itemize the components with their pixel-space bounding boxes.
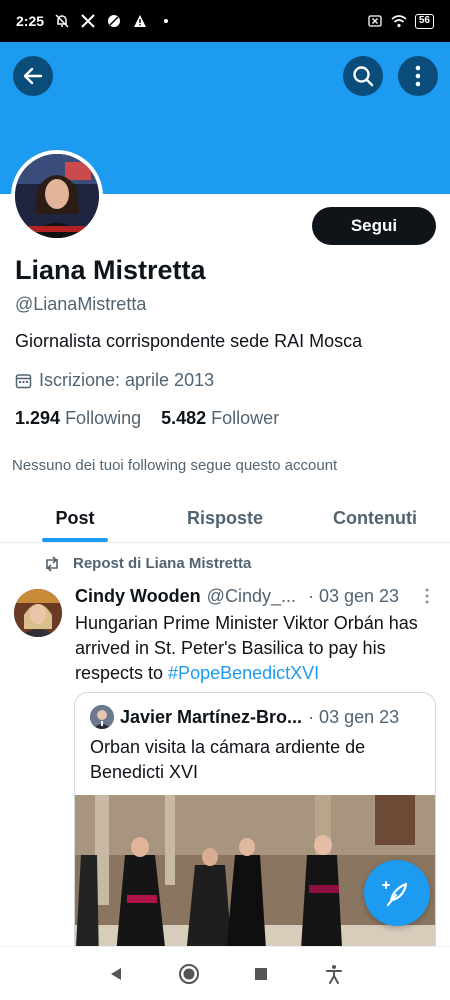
tweet-author-handle[interactable]: @Cindy_... (207, 586, 296, 607)
repost-label: Repost di Liana Mistretta (73, 555, 252, 572)
more-options-button[interactable] (398, 56, 438, 96)
following-label: Following (65, 408, 142, 428)
quoted-author-avatar (90, 705, 114, 729)
author-photo (14, 589, 62, 637)
profile-stats: 1.294 Following 5.482 Follower (15, 408, 279, 429)
avatar-photo (15, 154, 99, 238)
vertical-dots-icon (425, 588, 429, 604)
x-logo-icon (80, 13, 96, 29)
repost-indicator: Repost di Liana Mistretta (43, 555, 251, 572)
followers-label: Follower (211, 408, 280, 428)
nav-accessibility-button[interactable] (322, 962, 346, 986)
clock: 2:25 (16, 13, 45, 29)
sim-off-icon (367, 13, 383, 29)
mutual-followers-note: Nessuno dei tuoi following segue questo … (12, 457, 338, 474)
compose-post-button[interactable] (364, 860, 430, 926)
profile-handle: @LianaMistretta (15, 294, 147, 314)
tweet-author-name[interactable]: Cindy Wooden (75, 586, 201, 607)
tweet-date[interactable]: · 03 gen 23 (308, 586, 399, 607)
joined-date: Iscrizione: aprile 2013 (15, 370, 214, 391)
followers-link[interactable]: 5.482 Follower (161, 408, 279, 429)
search-button[interactable] (343, 56, 383, 96)
quoted-tweet-date: · 03 gen 23 (308, 706, 400, 727)
tweet-text: Hungarian Prime Minister Viktor Orbán ha… (75, 611, 425, 686)
compose-feather-icon (382, 881, 408, 907)
hashtag-link[interactable]: #PopeBenedictXVI (168, 663, 319, 683)
blocked-circle-icon (106, 13, 122, 29)
accessibility-icon (325, 964, 342, 984)
status-bar: 2:25 56 (0, 0, 450, 42)
profile-tabs: Post Risposte Contenuti (0, 495, 450, 543)
quoted-author-name: Javier Martínez-Bro... (120, 706, 303, 727)
profile-bio: Giornalista corrispondente sede RAI Mosc… (15, 331, 363, 351)
search-icon (353, 66, 374, 87)
battery-indicator: 56 (414, 13, 434, 29)
triangle-back-icon (111, 967, 122, 980)
system-navigation-bar (0, 946, 450, 1000)
following-count: 1.294 (15, 408, 61, 428)
following-link[interactable]: 1.294 Following (15, 408, 141, 429)
calendar-icon (15, 374, 32, 389)
wifi-icon (391, 13, 407, 29)
profile-avatar[interactable] (11, 150, 103, 242)
profile-name: Liana Mistretta (15, 255, 206, 285)
back-arrow-icon (23, 67, 43, 85)
circle-home-icon (178, 963, 199, 984)
quoted-tweet-text: Orban visita la cámara ardiente de Bened… (90, 737, 366, 782)
tweet-header: Cindy Wooden @Cindy_... · 03 gen 23 (75, 586, 415, 607)
quoted-tweet-header: Javier Martínez-Bro... · 03 gen 23 (90, 705, 399, 729)
back-button[interactable] (13, 56, 53, 96)
tab-post[interactable]: Post (0, 495, 150, 542)
nav-recents-button[interactable] (249, 962, 273, 986)
tab-contenuti[interactable]: Contenuti (300, 495, 450, 542)
nav-home-button[interactable] (177, 962, 201, 986)
tweet-more-button[interactable] (420, 588, 434, 610)
follow-button[interactable]: Segui (312, 207, 436, 245)
vertical-dots-icon (415, 65, 421, 87)
quoted-author-photo (90, 705, 114, 729)
joined-text: Iscrizione: aprile 2013 (39, 370, 215, 390)
nav-back-button[interactable] (104, 962, 128, 986)
followers-count: 5.482 (161, 408, 207, 428)
dot-icon (158, 13, 174, 29)
tweet-author-avatar[interactable] (14, 589, 62, 637)
mute-bell-icon (54, 13, 70, 29)
tab-risposte[interactable]: Risposte (150, 495, 300, 542)
square-recents-icon (255, 967, 268, 980)
warning-icon (132, 13, 148, 29)
repost-icon (46, 555, 58, 572)
